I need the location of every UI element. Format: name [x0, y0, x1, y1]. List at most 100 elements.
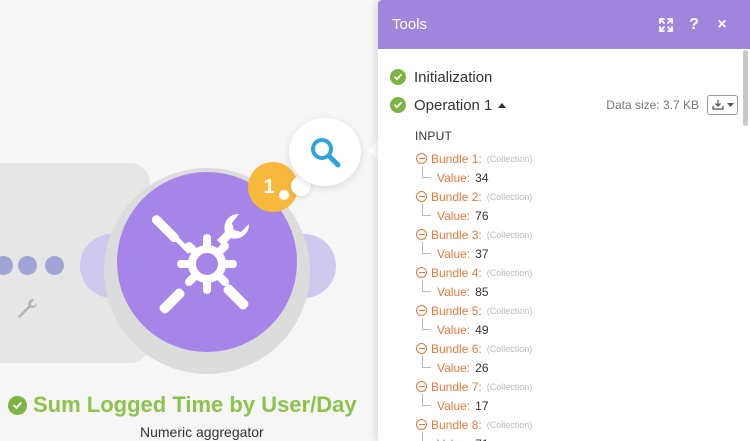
panel-body: Initialization Operation 1 Data size: 3.…	[378, 49, 750, 441]
panel-title: Tools	[392, 16, 428, 33]
bundle-value-row[interactable]: Value: 26	[416, 356, 738, 377]
bundle-header[interactable]: Bundle 7: (Collection)	[416, 377, 738, 396]
bundle-label: Bundle 3:	[431, 227, 482, 242]
bundle-item: Bundle 1: (Collection) Value: 34	[416, 149, 738, 187]
bundle-item: Bundle 5: (Collection) Value: 49	[416, 301, 738, 339]
wrench-icon[interactable]	[13, 295, 41, 323]
route-dot	[18, 256, 37, 275]
value-key: Value:	[437, 322, 471, 337]
bundle-type: (Collection)	[486, 267, 533, 278]
value-text: 26	[475, 360, 489, 375]
operation-label: Operation 1	[414, 96, 493, 114]
collapse-icon[interactable]	[416, 191, 427, 202]
bundle-type: (Collection)	[486, 381, 533, 392]
bundle-label: Bundle 2:	[431, 189, 482, 204]
search-icon	[311, 138, 341, 168]
bundle-header[interactable]: Bundle 3: (Collection)	[416, 225, 738, 244]
bundle-type: (Collection)	[486, 191, 533, 202]
value-key: Value:	[437, 246, 471, 261]
operation-row[interactable]: Operation 1 Data size: 3.7 KB	[390, 91, 738, 119]
value-key: Value:	[437, 437, 470, 441]
bundle-type: (Collection)	[486, 153, 533, 164]
bundle-label: Bundle 4:	[431, 265, 482, 280]
bundle-header[interactable]: Bundle 1: (Collection)	[416, 149, 738, 168]
value-text: 37	[475, 246, 489, 261]
tree-connector	[422, 394, 431, 406]
module-title-text: Sum Logged Time by User/Day	[33, 392, 357, 417]
caret-up-icon[interactable]	[498, 102, 507, 108]
value-text: 76	[475, 208, 489, 223]
tree-connector	[422, 242, 431, 254]
success-check-icon	[8, 395, 27, 415]
value-text: 49	[475, 322, 489, 337]
collapse-icon[interactable]	[416, 305, 427, 316]
bundle-label: Bundle 1:	[431, 151, 482, 166]
module-subtitle: Numeric aggregator	[140, 424, 264, 440]
input-section-label: INPUT	[415, 129, 452, 143]
bundle-header[interactable]: Bundle 5: (Collection)	[416, 301, 738, 320]
initialization-label: Initialization	[414, 68, 493, 86]
bundle-header[interactable]: Bundle 4: (Collection)	[416, 263, 738, 282]
bundle-value-row[interactable]: Value: 17	[416, 394, 738, 415]
bundle-item: Bundle 7: (Collection) Value: 17	[416, 377, 738, 415]
tree-connector	[422, 166, 431, 178]
data-size: Data size: 3.7 KB	[606, 98, 699, 112]
value-key: Value:	[437, 208, 471, 223]
route-dot	[45, 256, 64, 275]
collapse-icon[interactable]	[416, 419, 427, 430]
success-check-icon	[390, 69, 406, 85]
fullscreen-button[interactable]	[652, 11, 680, 39]
bundle-header[interactable]: Bundle 2: (Collection)	[416, 187, 738, 206]
fullscreen-icon	[659, 17, 673, 32]
tools-panel: Tools ? × Initialization Operation 1 Dat…	[378, 0, 750, 441]
value-key: Value:	[437, 284, 471, 299]
bundle-value-row[interactable]: Value: 85	[416, 280, 738, 301]
tools-gear-icon	[151, 213, 250, 314]
value-text: 17	[475, 398, 489, 413]
bundle-value-row[interactable]: Value: 76	[416, 204, 738, 225]
bundle-header[interactable]: Bundle 6: (Collection)	[416, 339, 738, 358]
tree-connector	[422, 318, 431, 330]
bubble-dot	[279, 190, 289, 200]
bundle-type: (Collection)	[486, 343, 533, 354]
collapse-icon[interactable]	[416, 153, 427, 164]
tree-connector	[422, 280, 431, 292]
bundle-label: Bundle 8:	[431, 417, 482, 432]
bundle-type: (Collection)	[486, 305, 533, 316]
bundle-label: Bundle 7:	[431, 379, 482, 394]
bundle-type: (Collection)	[486, 419, 533, 430]
bundle-list: Bundle 1: (Collection) Value: 34 Bundle 2: (C…	[390, 149, 738, 441]
bundle-item: Bundle 6: (Collection) Value: 26	[416, 339, 738, 377]
value-key: Value:	[437, 170, 471, 185]
tree-connector	[422, 204, 431, 216]
bundle-item: Bundle 8: (Collection) Value: 71	[416, 415, 738, 441]
value-key: Value:	[437, 360, 471, 375]
chevron-down-icon	[727, 102, 734, 107]
collapse-icon[interactable]	[416, 267, 427, 278]
download-button[interactable]	[707, 95, 738, 115]
tree-connector	[422, 356, 431, 368]
initialization-row[interactable]: Initialization	[390, 63, 738, 91]
collapse-icon[interactable]	[416, 381, 427, 392]
close-button[interactable]: ×	[708, 11, 736, 39]
panel-header: Tools ? ×	[378, 0, 750, 49]
inspect-bubble[interactable]	[289, 118, 361, 186]
tree-connector	[422, 432, 431, 441]
bundle-label: Bundle 6:	[431, 341, 482, 356]
value-key: Value:	[437, 398, 471, 413]
module-title[interactable]: Sum Logged Time by User/Day	[8, 392, 357, 418]
bundle-item: Bundle 3: (Collection) Value: 37	[416, 225, 738, 263]
value-text: 85	[475, 284, 489, 299]
bundle-value-row[interactable]: Value: 37	[416, 242, 738, 263]
bundle-item: Bundle 2: (Collection) Value: 76	[416, 187, 738, 225]
bundle-value-row[interactable]: Value: 49	[416, 318, 738, 339]
bundle-value-row[interactable]: Value: 34	[416, 166, 738, 187]
bundle-item: Bundle 4: (Collection) Value: 85	[416, 263, 738, 301]
collapse-icon[interactable]	[416, 229, 427, 240]
help-button[interactable]: ?	[680, 11, 708, 39]
bundle-value-row[interactable]: Value: 71	[416, 432, 738, 441]
collapse-icon[interactable]	[416, 343, 427, 354]
value-text: 71	[475, 437, 488, 441]
bundle-header[interactable]: Bundle 8: (Collection)	[416, 415, 738, 434]
success-check-icon	[390, 97, 406, 113]
